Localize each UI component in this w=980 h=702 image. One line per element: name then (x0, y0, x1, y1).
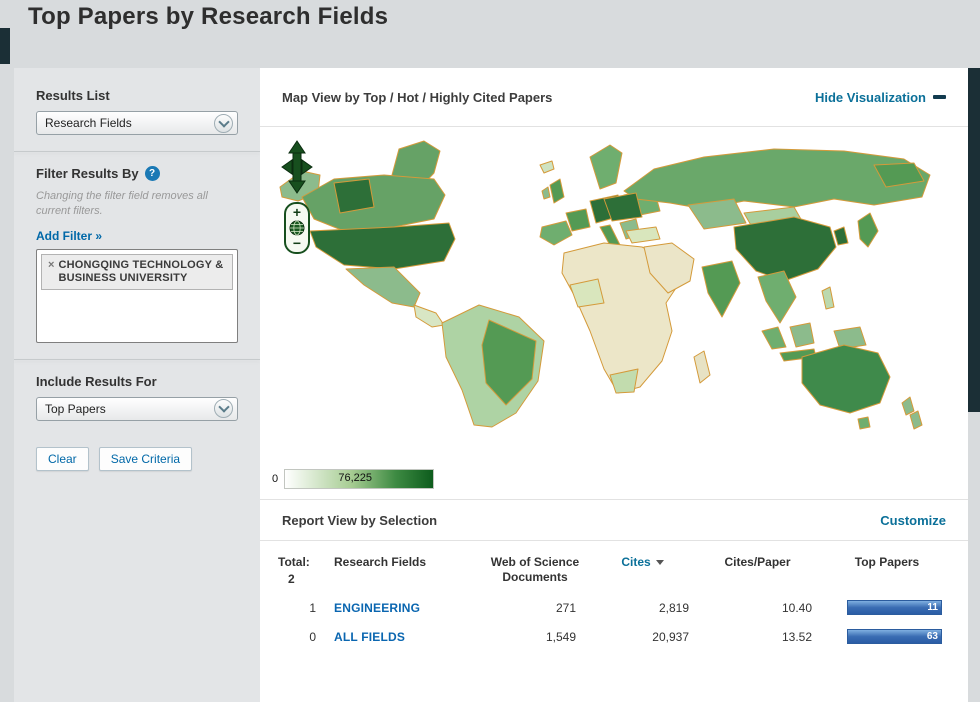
add-filter-link[interactable]: Add Filter » (36, 229, 102, 243)
results-list-dropdown[interactable]: Research Fields (36, 111, 238, 135)
sort-desc-icon (655, 560, 664, 566)
divider (14, 358, 260, 360)
research-field-link[interactable]: ALL FIELDS (334, 630, 405, 644)
results-list-value: Research Fields (45, 116, 132, 130)
include-results-dropdown[interactable]: Top Papers (36, 396, 238, 421)
world-map[interactable] (274, 135, 964, 465)
results-list-label: Results List (36, 88, 110, 103)
clear-button[interactable]: Clear (36, 446, 89, 471)
include-results-value: Top Papers (45, 401, 106, 416)
cites-per-paper-cell: 13.52 (781, 629, 812, 644)
chevron-down-icon (214, 113, 233, 133)
filter-chip: × CHONGQING TECHNOLOGY & BUSINESS UNIVER… (41, 253, 233, 291)
active-filters-box: × CHONGQING TECHNOLOGY & BUSINESS UNIVER… (36, 248, 238, 343)
page-title: Top Papers by Research Fields (28, 3, 389, 30)
total-value: 2 (288, 572, 295, 586)
column-header-cites[interactable]: Cites (590, 547, 695, 593)
total-label: Total: (278, 555, 310, 569)
globe-icon[interactable] (289, 220, 305, 236)
map-legend: 0 76,225 (272, 469, 435, 489)
cites-cell: 20,937 (652, 629, 689, 644)
column-header-cites-per-paper: Cites/Paper (724, 555, 791, 569)
top-papers-bar: 63 (847, 629, 942, 644)
minus-icon (933, 95, 946, 99)
world-map-container: + − 0 76,225 (260, 127, 968, 500)
column-header-documents: Web of Science Documents (490, 555, 580, 584)
total-header: Total: 2 (274, 547, 330, 593)
include-results-label: Include Results For (36, 373, 157, 389)
esi-page: Top Papers by Research Fields Results Li… (0, 0, 980, 702)
cites-sort-label: Cites (621, 555, 651, 569)
column-header-research-fields: Research Fields (334, 555, 427, 569)
column-header-top-papers: Top Papers (854, 555, 920, 569)
chevron-down-icon (214, 399, 233, 419)
map-header: Map View by Top / Hot / Highly Cited Pap… (260, 68, 968, 127)
documents-cell: 1,549 (545, 629, 576, 644)
map-controls: + − (280, 139, 314, 254)
legend-gradient-bar: 76,225 (284, 469, 435, 489)
window-edge-left (0, 28, 10, 64)
customize-link[interactable]: Customize (880, 513, 946, 528)
report-view-title: Report View by Selection (282, 512, 438, 528)
question-icon[interactable]: ? (144, 166, 160, 181)
cites-cell: 2,819 (658, 600, 689, 615)
research-field-link[interactable]: ENGINEERING (334, 601, 420, 615)
top-papers-bar: 11 (847, 600, 942, 615)
window-edge-right (968, 68, 980, 412)
filter-note: Changing the filter field removes all cu… (36, 190, 208, 217)
zoom-control: + − (284, 202, 310, 254)
zoom-out-button[interactable]: − (293, 236, 301, 250)
map-view-title: Map View by Top / Hot / Highly Cited Pap… (282, 89, 553, 105)
hide-visualization-link[interactable]: Hide Visualization (815, 90, 946, 105)
table-row: 1 ENGINEERING 271 2,819 10.40 11 (274, 593, 954, 622)
remove-filter-icon[interactable]: × (48, 259, 54, 285)
filter-chip-label: CHONGQING TECHNOLOGY & BUSINESS UNIVERSI… (58, 258, 224, 284)
table-row: 0 ALL FIELDS 1,549 20,937 13.52 63 (274, 622, 954, 651)
rank-cell: 1 (309, 600, 316, 615)
report-header: Report View by Selection Customize (260, 500, 968, 541)
zoom-in-button[interactable]: + (293, 205, 301, 219)
legend-min-label: 0 (272, 473, 279, 485)
pan-control-icon[interactable] (280, 139, 314, 195)
filter-results-label: Filter Results By (36, 166, 139, 181)
visualization-panel: Map View by Top / Hot / Highly Cited Pap… (260, 68, 968, 702)
filter-sidebar: Results List Research Fields Filter Resu… (14, 68, 260, 702)
documents-cell: 271 (555, 600, 576, 615)
legend-max-label: 76,225 (338, 472, 373, 484)
save-criteria-button[interactable]: Save Criteria (98, 446, 193, 471)
divider (14, 151, 260, 152)
cites-per-paper-cell: 10.40 (781, 600, 812, 615)
hide-visualization-label: Hide Visualization (814, 89, 926, 105)
rank-cell: 0 (309, 629, 316, 644)
report-table: Total: 2 Research Fields Web of Science … (274, 547, 954, 651)
